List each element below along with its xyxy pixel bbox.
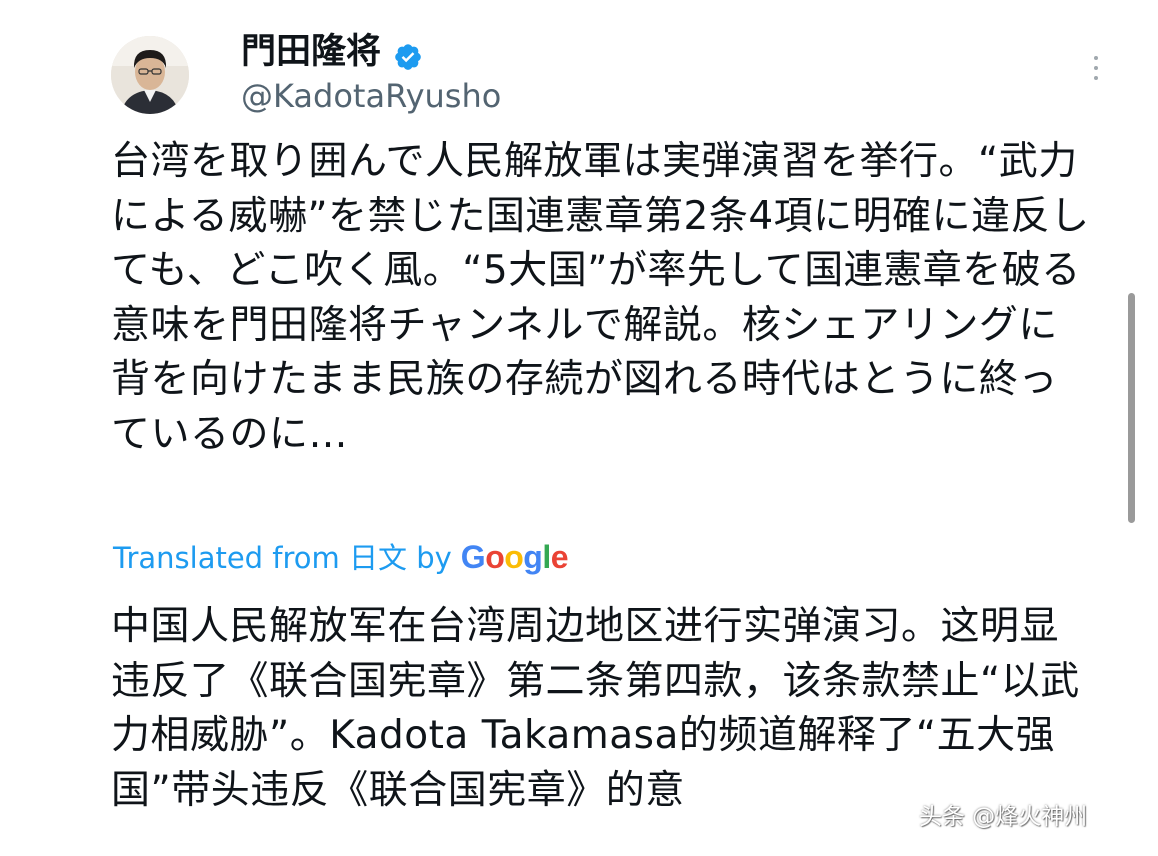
- tweet-text: 台湾を取り囲んで人民解放軍は実弾演習を挙行。“武力による威嚇”を禁じた国連憲章第…: [111, 139, 1090, 457]
- watermark: 头条 @烽火神州: [919, 804, 1088, 830]
- verified-badge-icon[interactable]: [393, 37, 423, 70]
- author-handle[interactable]: @KadotaRyusho: [241, 74, 501, 118]
- translated-by-link[interactable]: Translated from 日文 by Google: [113, 537, 569, 578]
- avatar[interactable]: [111, 36, 189, 114]
- display-name-text: 門田隆将: [241, 32, 382, 72]
- translated-from-label: Translated from 日文 by: [113, 541, 452, 575]
- author-display-name[interactable]: 門田隆将: [241, 28, 423, 76]
- more-options-icon[interactable]: [1082, 54, 1110, 82]
- google-logo: Google: [460, 539, 569, 575]
- scrollbar[interactable]: [1128, 293, 1135, 523]
- translation-text: 中国人民解放军在台湾周边地区进行实弹演习。这明显违反了《联合国宪章》第二条第四款…: [111, 604, 1080, 813]
